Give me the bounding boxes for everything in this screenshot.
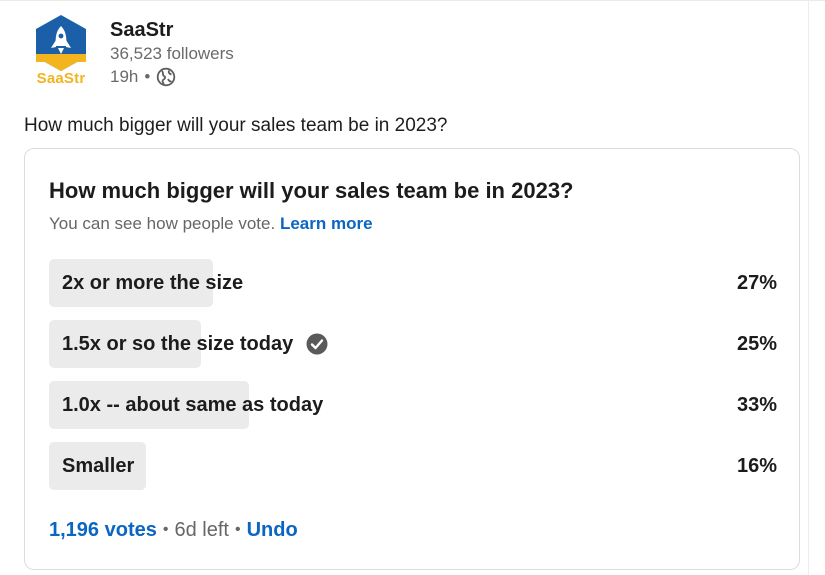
right-divider xyxy=(808,0,809,575)
follower-count: 36,523 followers xyxy=(110,44,234,63)
company-logo[interactable]: SaaStr xyxy=(28,14,94,92)
poll-option-percent: 27% xyxy=(736,272,777,294)
option-text: 1.5x or so the size today xyxy=(62,333,294,355)
author-meta: SaaStr 36,523 followers 19h • xyxy=(110,14,234,92)
globe-icon xyxy=(157,67,176,87)
post-time: 19h xyxy=(110,67,139,86)
top-divider xyxy=(0,0,825,1)
poll-option-label: 1.5x or so the size today xyxy=(62,332,328,356)
option-text: 2x or more the size xyxy=(62,272,244,294)
option-text: Smaller xyxy=(62,455,135,477)
poll-visibility-note: You can see how people vote. Learn more xyxy=(49,213,373,235)
author-name[interactable]: SaaStr xyxy=(110,18,234,42)
poll-option-percent: 33% xyxy=(736,394,777,416)
poll-card: How much bigger will your sales team be … xyxy=(24,148,800,570)
time-left: 6d left xyxy=(174,519,229,541)
poll-option[interactable]: Smaller 16% xyxy=(49,442,777,490)
footer-separator: • xyxy=(162,521,169,538)
check-circle-icon xyxy=(306,333,328,355)
poll-option-label: Smaller xyxy=(62,454,134,478)
undo-vote-button[interactable]: Undo xyxy=(247,517,298,543)
learn-more-link[interactable]: Learn more xyxy=(280,214,373,233)
poll-option-percent: 25% xyxy=(736,333,777,355)
post-time-row: 19h • xyxy=(110,66,234,88)
post-text: How much bigger will your sales team be … xyxy=(24,115,448,136)
vote-count-link[interactable]: 1,196 votes xyxy=(49,517,157,543)
option-text: 1.0x -- about same as today xyxy=(62,394,324,416)
poll-subtitle: You can see how people vote. xyxy=(49,214,276,233)
poll-option-percent: 16% xyxy=(736,455,777,477)
poll-option-label: 1.0x -- about same as today xyxy=(62,393,323,417)
poll-post: SaaStr SaaStr 36,523 followers 19h • How… xyxy=(0,0,825,575)
poll-footer: 1,196 votes • 6d left • Undo xyxy=(49,517,298,543)
poll-option[interactable]: 2x or more the size 27% xyxy=(49,259,777,307)
poll-option[interactable]: 1.5x or so the size today 25% xyxy=(49,320,777,368)
rocket-icon xyxy=(36,15,86,71)
poll-question: How much bigger will your sales team be … xyxy=(49,178,574,203)
footer-separator: • xyxy=(234,521,241,538)
poll-option-label: 2x or more the size xyxy=(62,271,243,295)
post-header: SaaStr SaaStr 36,523 followers 19h • xyxy=(28,14,234,92)
logo-wordmark: SaaStr xyxy=(36,70,86,87)
poll-option[interactable]: 1.0x -- about same as today 33% xyxy=(49,381,777,429)
time-separator: • xyxy=(144,67,151,86)
